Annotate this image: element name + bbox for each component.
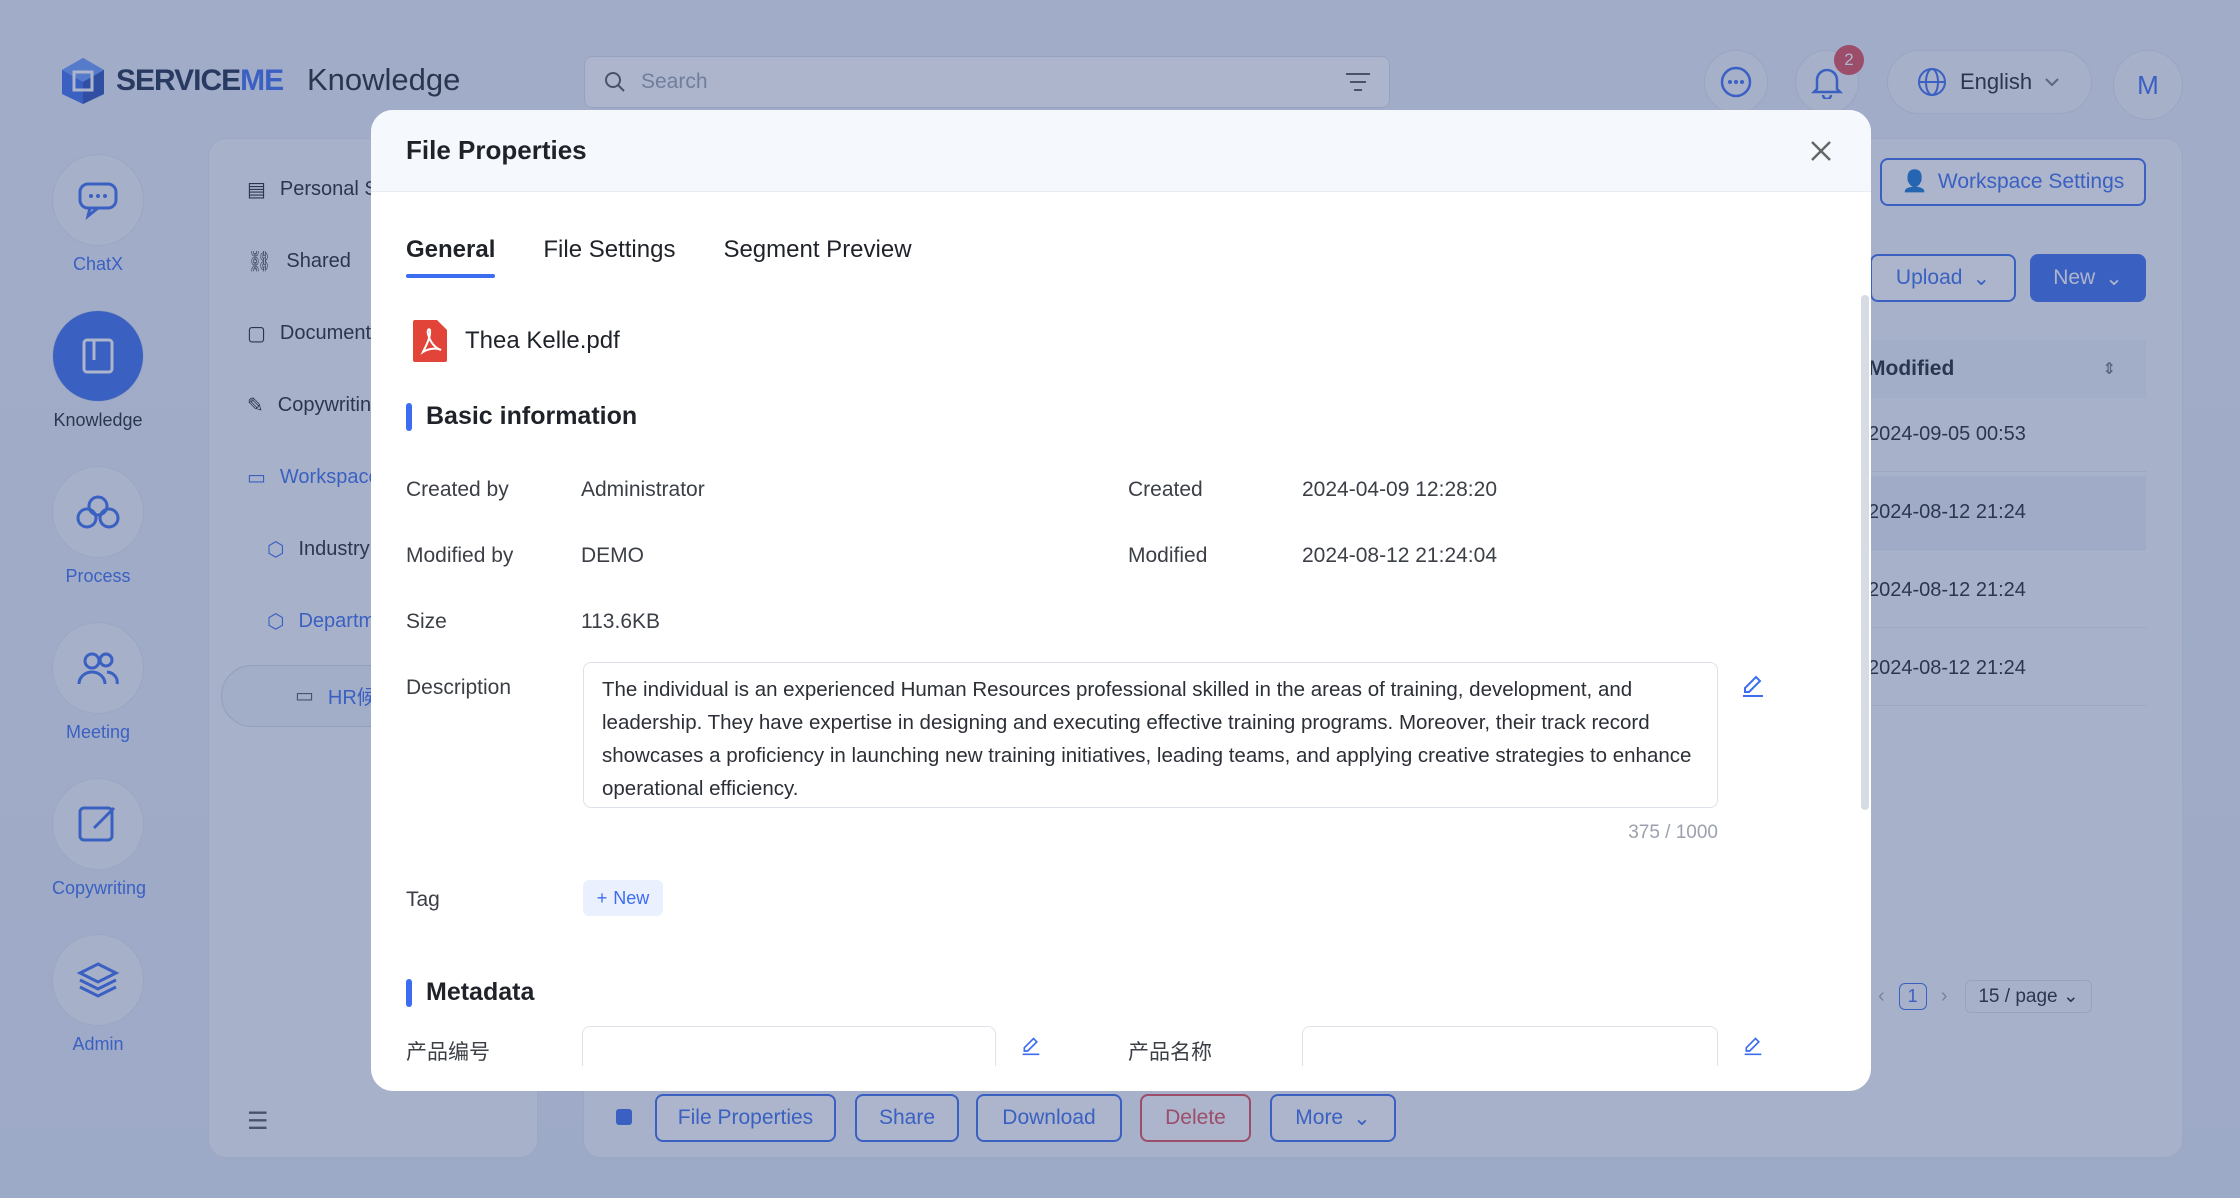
modified-by-label: Modified by	[406, 544, 514, 567]
section-basic-information: Basic information	[406, 402, 637, 431]
edit-metadata-icon[interactable]	[1021, 1036, 1041, 1056]
plus-icon: +	[596, 887, 608, 908]
file-name: Thea Kelle.pdf	[465, 327, 620, 354]
dialog-title: File Properties	[406, 135, 587, 165]
description-textarea[interactable]: The individual is an experienced Human R…	[583, 662, 1718, 808]
dialog-tabs: General File Settings Segment Preview	[406, 236, 912, 278]
section-metadata: Metadata	[406, 978, 534, 1007]
size-value: 113.6KB	[581, 610, 661, 633]
metadata-field-input[interactable]	[582, 1026, 996, 1066]
metadata-field-input[interactable]	[1302, 1026, 1718, 1066]
modified-value: 2024-08-12 21:24:04	[1302, 544, 1497, 567]
tab-general[interactable]: General	[406, 236, 496, 278]
created-by-value: Administrator	[581, 478, 705, 501]
created-by-label: Created by	[406, 478, 509, 501]
add-tag-button[interactable]: + New	[583, 880, 663, 916]
created-value: 2024-04-09 12:28:20	[1302, 478, 1497, 501]
close-icon[interactable]	[1806, 136, 1836, 166]
modified-label: Modified	[1128, 544, 1208, 567]
file-name-row: Thea Kelle.pdf	[411, 318, 620, 364]
size-label: Size	[406, 610, 447, 633]
dialog-header: File Properties	[371, 110, 1871, 192]
file-properties-dialog: File Properties General File Settings Se…	[371, 110, 1871, 1091]
edit-description-icon[interactable]	[1741, 674, 1765, 698]
description-label: Description	[406, 676, 512, 699]
edit-metadata-icon[interactable]	[1743, 1036, 1763, 1056]
dialog-scrollbar[interactable]	[1861, 295, 1869, 810]
metadata-field-label: 产品名称	[1128, 1041, 1212, 1064]
description-counter: 375 / 1000	[1628, 822, 1718, 843]
tag-label: Tag	[406, 888, 440, 911]
tab-segment-preview[interactable]: Segment Preview	[723, 236, 911, 278]
metadata-field-label: 产品编号	[406, 1041, 490, 1064]
modified-by-value: DEMO	[581, 544, 644, 567]
created-label: Created	[1128, 478, 1203, 501]
tab-file-settings[interactable]: File Settings	[543, 236, 675, 278]
pdf-file-icon	[413, 320, 447, 362]
